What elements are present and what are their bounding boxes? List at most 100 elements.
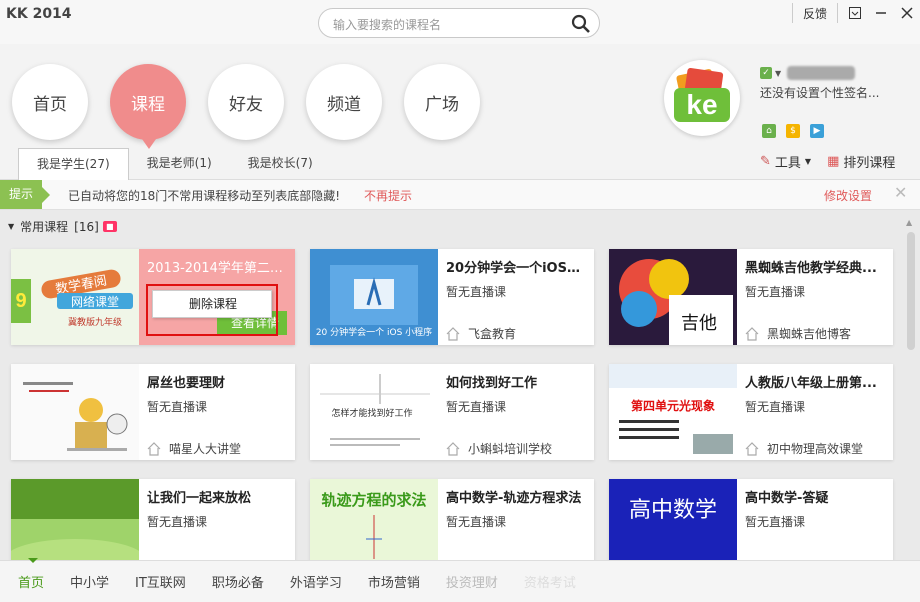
course-thumbnail: 第四单元光现象: [609, 364, 737, 460]
settings-link[interactable]: 修改设置: [824, 187, 872, 204]
user-quick-icons: ⌂ $ ▶: [762, 124, 834, 138]
course-title[interactable]: 2013-2014学年第二学...: [147, 257, 291, 276]
category-marketing[interactable]: 市场营销: [368, 572, 420, 591]
video-icon[interactable]: ▶: [810, 124, 824, 138]
course-title[interactable]: 高中数学-答疑: [745, 487, 889, 506]
course-title[interactable]: 屌丝也要理财: [147, 372, 291, 391]
thumb-caption: 轨迹方程的求法: [321, 491, 426, 509]
category-nav: 首页 中小学 IT互联网 职场必备 外语学习 市场营销 投资理财 资格考试: [0, 558, 920, 602]
category-it[interactable]: IT互联网: [135, 572, 186, 591]
course-org[interactable]: 初中物理高效课堂: [745, 440, 863, 457]
section-header[interactable]: ▼ 常用课程 [16] ■: [8, 218, 117, 235]
category-exams[interactable]: 资格考试: [524, 572, 576, 591]
category-career[interactable]: 职场必备: [212, 572, 264, 591]
nav-friends[interactable]: 好友: [208, 64, 284, 140]
course-card[interactable]: 吉他 黑蜘蛛吉他教学经典... 暂无直播课 黑蜘蛛吉他博客: [609, 249, 893, 345]
window-controls: 反馈: [788, 0, 920, 26]
live-status: 暂无直播课: [446, 285, 507, 299]
course-org[interactable]: 黑蜘蛛吉他博客: [745, 325, 851, 342]
course-card[interactable]: 高中数学 高中数学-答疑 暂无直播课: [609, 479, 893, 560]
course-card[interactable]: 屌丝也要理财 暂无直播课 喵星人大讲堂: [11, 364, 295, 460]
course-card[interactable]: 轨迹方程的求法 高中数学-轨迹方程求法 暂无直播课: [310, 479, 594, 560]
scrollbar[interactable]: ▲: [906, 218, 916, 550]
school-icon: [147, 441, 161, 456]
category-finance[interactable]: 投资理财: [446, 572, 498, 591]
delete-course-menu-item[interactable]: 删除课程: [152, 290, 272, 318]
coin-icon[interactable]: $: [786, 124, 800, 138]
scroll-thumb[interactable]: [907, 232, 915, 350]
section-count: [16]: [74, 219, 99, 234]
section-title: 常用课程: [20, 220, 69, 234]
user-status[interactable]: ✓ ▼: [760, 66, 856, 80]
category-k12[interactable]: 中小学: [70, 572, 109, 591]
close-icon[interactable]: ✕: [894, 183, 907, 202]
tab-principal[interactable]: 我是校长(7): [230, 148, 331, 180]
wrench-icon[interactable]: ✎: [760, 154, 771, 169]
course-org[interactable]: 小蝌蚪培训学校: [446, 440, 552, 457]
course-title[interactable]: 人教版八年级上册第...: [745, 372, 889, 391]
avatar[interactable]: ke: [664, 60, 740, 136]
thumb-caption: 高中数学: [629, 498, 717, 523]
course-thumbnail: 吉他: [609, 249, 737, 345]
notice-text: 已自动将您的18门不常用课程移动至列表底部隐藏!: [68, 189, 341, 203]
feedback-button[interactable]: 反馈: [797, 5, 833, 22]
category-language[interactable]: 外语学习: [290, 572, 342, 591]
thumb-caption: 20 分钟学会一个 iOS 小程序: [316, 326, 432, 338]
org-name: 喵星人大讲堂: [169, 442, 242, 456]
course-list: ▼ 常用课程 [16] ■ ▲ 9 数学春阅 网络课堂 冀教版九年级 2013-…: [0, 210, 920, 560]
live-status: 暂无直播课: [446, 515, 507, 529]
online-status-icon: ✓: [760, 67, 772, 79]
sort-courses-button[interactable]: 排列课程: [843, 152, 895, 171]
collapse-icon[interactable]: ▼: [8, 222, 14, 231]
course-org[interactable]: 喵星人大讲堂: [147, 440, 241, 457]
course-thumbnail: 高中数学: [609, 479, 737, 560]
user-signature[interactable]: 还没有设置个性签名...: [760, 84, 879, 101]
course-card[interactable]: 让我们一起来放松 暂无直播课: [11, 479, 295, 560]
course-card[interactable]: 怎样才能找到好工作 如何找到好工作 暂无直播课 小蝌蚪培训学校: [310, 364, 594, 460]
close-icon[interactable]: [894, 0, 920, 26]
chevron-down-icon[interactable]: ▼: [775, 69, 781, 78]
course-thumbnail: 怎样才能找到好工作: [310, 364, 438, 460]
course-card[interactable]: 20 分钟学会一个 iOS 小程序 20分钟学会一个iOS小... 暂无直播课 …: [310, 249, 594, 345]
org-name: 初中物理高效课堂: [767, 442, 864, 456]
course-org[interactable]: 飞盒教育: [446, 325, 516, 342]
course-thumbnail: 9 数学春阅 网络课堂 冀教版九年级: [11, 249, 139, 345]
tools-button[interactable]: 工具: [775, 152, 801, 171]
course-title[interactable]: 20分钟学会一个iOS小...: [446, 257, 590, 276]
course-title[interactable]: 如何找到好工作: [446, 372, 590, 391]
divider: [791, 3, 793, 23]
menu-icon[interactable]: [842, 0, 868, 26]
grid-icon[interactable]: ▦: [827, 154, 839, 169]
course-title[interactable]: 黑蜘蛛吉他教学经典...: [745, 257, 889, 276]
search-icon[interactable]: [571, 14, 591, 34]
nav-home[interactable]: 首页: [12, 64, 88, 140]
toolbar: ✎ 工具 ▼ ▦ 排列课程: [760, 152, 899, 171]
nav-channels[interactable]: 频道: [306, 64, 382, 140]
search-input[interactable]: 输入要搜索的课程名: [333, 16, 441, 33]
role-tabs: 我是学生(27) 我是老师(1) 我是校长(7): [18, 148, 331, 180]
context-menu-highlight: 删除课程: [146, 284, 278, 336]
school-icon: [446, 441, 460, 456]
org-name: 小蝌蚪培训学校: [468, 442, 553, 456]
category-home[interactable]: 首页: [18, 558, 44, 591]
record-icon: ■: [102, 221, 117, 232]
school-icon: [745, 326, 759, 341]
nav-courses[interactable]: 课程: [110, 64, 186, 149]
school-icon: [446, 326, 460, 341]
course-thumbnail: [11, 364, 139, 460]
tab-teacher[interactable]: 我是老师(1): [129, 148, 230, 180]
tab-student[interactable]: 我是学生(27): [18, 148, 129, 180]
dismiss-link[interactable]: 不再提示: [364, 187, 412, 204]
scroll-up-icon[interactable]: ▲: [906, 218, 912, 227]
minimize-icon[interactable]: [868, 0, 894, 26]
course-title[interactable]: 高中数学-轨迹方程求法: [446, 487, 590, 506]
course-card[interactable]: 第四单元光现象 人教版八年级上册第... 暂无直播课 初中物理高效课堂: [609, 364, 893, 460]
search-box[interactable]: 输入要搜索的课程名: [318, 8, 600, 38]
chevron-down-icon[interactable]: ▼: [805, 157, 811, 166]
home-icon[interactable]: ⌂: [762, 124, 776, 138]
live-status: 暂无直播课: [446, 400, 507, 414]
org-name: 飞盒教育: [468, 327, 517, 341]
thumb-line: 冀教版九年级: [68, 316, 122, 328]
nav-square[interactable]: 广场: [404, 64, 480, 140]
course-title[interactable]: 让我们一起来放松: [147, 487, 291, 506]
